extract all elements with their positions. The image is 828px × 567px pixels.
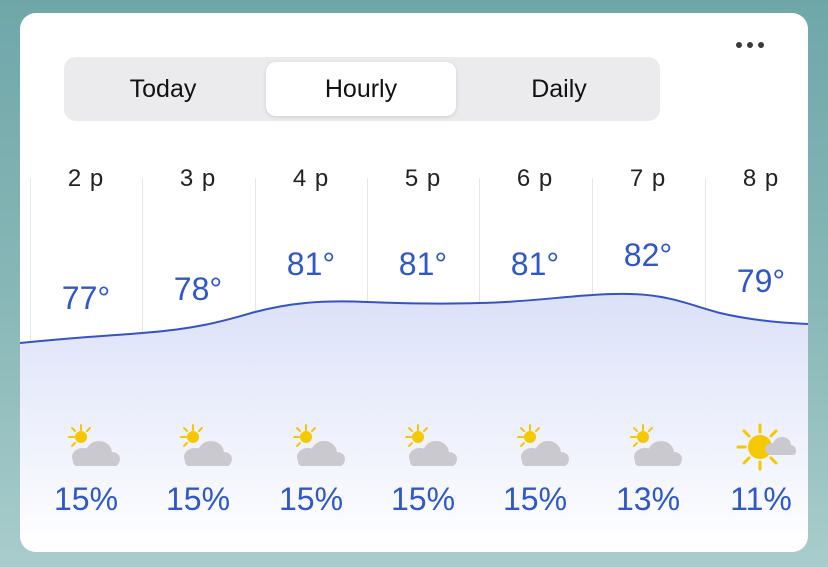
hour-column: 3 p 78° 15% bbox=[142, 13, 254, 552]
hour-label: 4 p bbox=[292, 165, 330, 192]
temperature-value: 81° bbox=[398, 246, 448, 282]
temperature-value: 78° bbox=[173, 271, 223, 307]
mostly-sunny-icon bbox=[736, 423, 796, 471]
precipitation-chance: 15% bbox=[278, 481, 344, 517]
hour-column: 4 p 81° 15% bbox=[255, 13, 367, 552]
hour-label: 8 p bbox=[742, 165, 780, 192]
hour-label: 3 p bbox=[179, 165, 217, 192]
precipitation-chance: 15% bbox=[165, 481, 231, 517]
hour-label: 2 p bbox=[67, 165, 105, 192]
hour-label: 7 p bbox=[629, 165, 667, 192]
partly-cloudy-icon bbox=[630, 424, 682, 466]
hour-column: 5 p 81° 15% bbox=[367, 13, 479, 552]
precipitation-chance: 11% bbox=[730, 481, 792, 517]
hour-label: 5 p bbox=[404, 165, 442, 192]
hour-column: 8 p 79° 11% bbox=[705, 13, 808, 552]
temperature-value: 82° bbox=[623, 237, 673, 273]
temperature-value: 79° bbox=[736, 263, 786, 299]
temperature-value: 77° bbox=[61, 280, 111, 316]
precipitation-chance: 13% bbox=[615, 481, 681, 517]
temperature-value: 81° bbox=[286, 246, 336, 282]
temperature-value: 81° bbox=[510, 246, 560, 282]
partly-cloudy-icon bbox=[405, 424, 457, 466]
partly-cloudy-icon bbox=[180, 424, 232, 466]
partly-cloudy-icon bbox=[293, 424, 345, 466]
partly-cloudy-icon bbox=[68, 424, 120, 466]
precipitation-chance: 15% bbox=[53, 481, 119, 517]
hour-label: 6 p bbox=[516, 165, 554, 192]
hourly-forecast-card: Today Hourly Daily 2 p 77° 15% 3 p 78° 1… bbox=[20, 13, 808, 552]
hour-column: 7 p 82° 13% bbox=[592, 13, 704, 552]
hour-column: 6 p 81° 15% bbox=[479, 13, 591, 552]
precipitation-chance: 15% bbox=[390, 481, 456, 517]
precipitation-chance: 15% bbox=[502, 481, 568, 517]
hour-column: 2 p 77° 15% bbox=[30, 13, 142, 552]
partly-cloudy-icon bbox=[517, 424, 569, 466]
